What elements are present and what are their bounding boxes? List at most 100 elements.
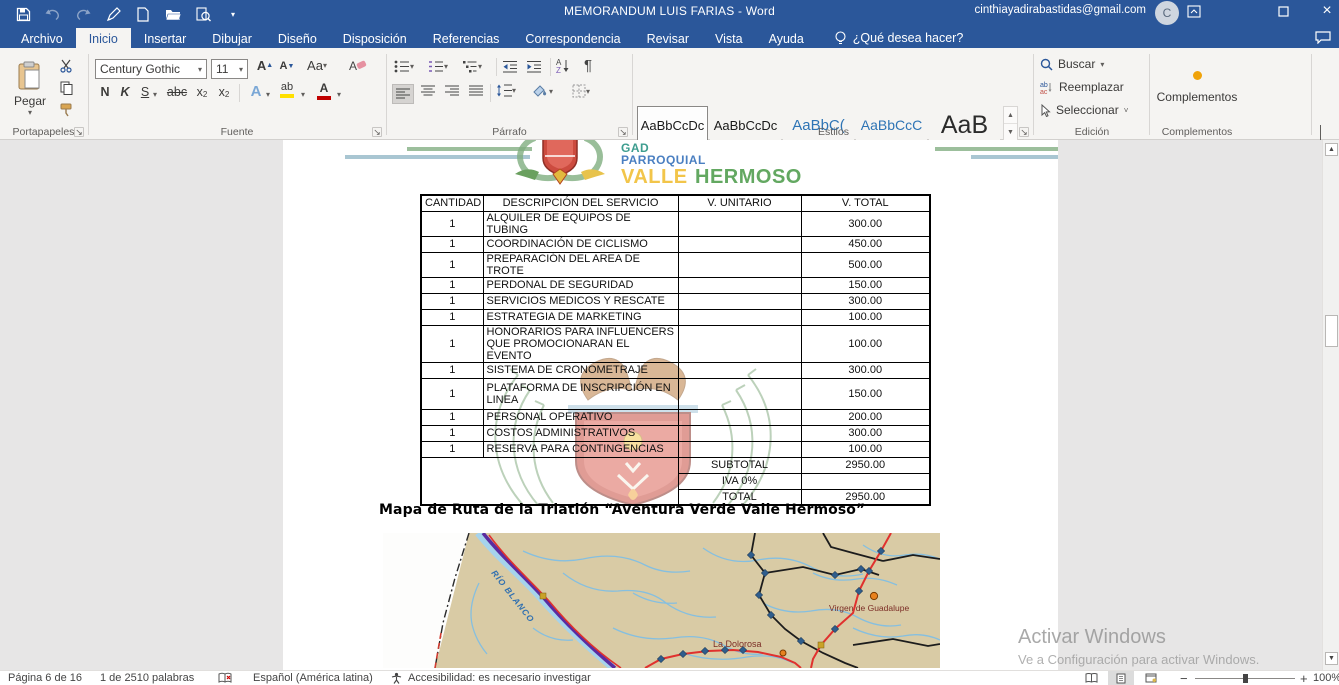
multilevel-list-icon[interactable]: ▾ [462, 60, 482, 73]
font-name-combobox[interactable]: Century Gothic▾ [95, 59, 207, 79]
line-spacing-icon[interactable]: ▾ [496, 84, 516, 97]
copy-icon[interactable] [56, 80, 76, 96]
text-effects-dropdown-arrow[interactable]: ▾ [266, 90, 270, 99]
tab-archivo[interactable]: Archivo [8, 28, 76, 48]
page-indicator[interactable]: Página 6 de 16 [8, 672, 82, 684]
strikethrough-icon[interactable]: abc [165, 85, 189, 99]
bold-icon[interactable]: N [97, 85, 113, 99]
clear-formatting-icon[interactable]: A [347, 58, 369, 73]
document-workspace[interactable]: GAD PARROQUIAL VALLE HERMOSO [0, 140, 1322, 670]
comments-icon[interactable] [1315, 31, 1331, 49]
lightbulb-icon [835, 31, 846, 46]
highlight-color-icon[interactable]: ab [280, 81, 294, 98]
ribbon: Pegar ▾ Portapapeles ↘ Century Gothic▾ 1… [0, 48, 1339, 140]
zoom-out-button[interactable]: − [1180, 671, 1188, 685]
header-line-left-blue [345, 155, 530, 159]
language-indicator[interactable]: Español (América latina) [253, 672, 373, 684]
paragraph-dialog-launcher-icon[interactable]: ↘ [618, 127, 628, 137]
document-page[interactable]: GAD PARROQUIAL VALLE HERMOSO [283, 140, 1058, 670]
read-mode-button[interactable] [1078, 671, 1104, 685]
highlight-dropdown-arrow[interactable]: ▾ [301, 90, 305, 99]
align-center-icon[interactable] [418, 85, 438, 97]
table-cell-total: 100.00 [801, 309, 930, 325]
proofing-status-icon[interactable] [218, 672, 232, 685]
shrink-font-icon[interactable]: A▼ [278, 60, 296, 72]
numbering-icon[interactable]: ▾ [428, 60, 448, 73]
styles-dialog-launcher-icon[interactable]: ↘ [1019, 127, 1029, 137]
format-painter-icon[interactable] [56, 102, 76, 118]
replace-button[interactable]: abac Reemplazar [1040, 80, 1124, 94]
tab-correspondencia[interactable]: Correspondencia [512, 28, 633, 48]
vertical-scrollbar[interactable]: ▲ ▼ [1322, 140, 1339, 670]
align-right-icon[interactable] [442, 85, 462, 97]
grow-font-icon[interactable]: A▲ [255, 58, 275, 73]
align-left-icon[interactable] [392, 84, 414, 104]
paste-dropdown-arrow: ▾ [28, 108, 32, 117]
select-button[interactable]: Seleccionar˅ [1040, 103, 1128, 117]
underline-icon[interactable]: S [137, 85, 153, 99]
text-effects-icon[interactable]: A [247, 83, 265, 100]
ribbon-tab-row: ArchivoInicioInsertarDibujarDiseñoDispos… [0, 28, 1339, 48]
accessibility-icon[interactable] [390, 672, 403, 685]
addins-button[interactable]: Complementos [1151, 56, 1243, 118]
superscript-icon[interactable]: x2 [215, 85, 233, 99]
maximize-icon[interactable] [1273, 2, 1293, 20]
styles-group: AaBbCcDc¶ NormalAaBbCcDcNormal Sa...AaBb… [635, 48, 1032, 140]
font-color-dropdown-arrow[interactable]: ▾ [337, 90, 341, 99]
status-bar: Página 6 de 16 1 de 2510 palabras Españo… [0, 670, 1339, 685]
table-row: 1ALQUILER DE EQUIPOS DE TUBING300.00 [421, 211, 930, 236]
borders-icon[interactable]: ▾ [572, 84, 590, 98]
tab-revisar[interactable]: Revisar [634, 28, 702, 48]
svg-text:ac: ac [1040, 89, 1048, 94]
font-size-combobox[interactable]: 11▾ [211, 59, 248, 79]
change-case-icon[interactable]: Aa▾ [303, 58, 331, 73]
tab-referencias[interactable]: Referencias [420, 28, 513, 48]
tab-disposicion[interactable]: Disposición [330, 28, 420, 48]
tab-ayuda[interactable]: Ayuda [756, 28, 817, 48]
tab-diseno[interactable]: Diseño [265, 28, 330, 48]
account-email[interactable]: cinthiayadirabastidas@gmail.com [975, 0, 1146, 28]
word-count[interactable]: 1 de 2510 palabras [100, 672, 194, 684]
ribbon-display-options-icon[interactable] [1184, 2, 1204, 20]
paste-icon [17, 61, 43, 91]
justify-icon[interactable] [466, 85, 486, 97]
tab-vista[interactable]: Vista [702, 28, 756, 48]
show-paragraph-marks-icon[interactable]: ¶ [584, 57, 592, 74]
collapse-ribbon-icon[interactable] [1320, 126, 1332, 138]
clipboard-dialog-launcher-icon[interactable]: ↘ [74, 127, 84, 137]
accessibility-status[interactable]: Accesibilidad: es necesario investigar [408, 672, 591, 684]
close-icon[interactable]: × [1317, 2, 1337, 20]
scroll-down-icon[interactable]: ▼ [1325, 652, 1338, 665]
web-layout-button[interactable] [1138, 671, 1164, 685]
zoom-slider-thumb[interactable] [1243, 674, 1248, 683]
font-dialog-launcher-icon[interactable]: ↘ [372, 127, 382, 137]
styles-scroll-up-icon[interactable]: ▲ [1004, 107, 1017, 124]
zoom-level[interactable]: 100% [1313, 672, 1339, 684]
shading-icon[interactable]: ▾ [532, 84, 553, 98]
scroll-up-icon[interactable]: ▲ [1325, 143, 1338, 156]
tab-insertar[interactable]: Insertar [131, 28, 199, 48]
zoom-in-button[interactable]: + [1300, 671, 1308, 685]
decrease-indent-icon[interactable] [502, 60, 518, 73]
table-cell-unit [678, 293, 801, 309]
map-label-virgen: Virgen de Guadalupe [829, 603, 909, 613]
increase-indent-icon[interactable] [526, 60, 542, 73]
print-layout-button[interactable] [1108, 671, 1134, 685]
paste-button[interactable]: Pegar ▾ [8, 56, 52, 122]
avatar[interactable]: C [1155, 1, 1179, 25]
bullets-icon[interactable]: ▾ [394, 60, 414, 73]
cut-icon[interactable] [56, 58, 76, 74]
tab-inicio[interactable]: Inicio [76, 28, 131, 48]
italic-icon[interactable]: K [117, 85, 133, 99]
scrollbar-thumb[interactable] [1325, 315, 1338, 347]
activation-watermark-subtitle: Ve a Configuración para activar Windows. [1018, 652, 1259, 667]
header-line-right-blue [971, 155, 1058, 159]
services-table[interactable]: CANTIDADDESCRIPCIÓN DEL SERVICIOV. UNITA… [420, 194, 931, 506]
subscript-icon[interactable]: x2 [193, 85, 211, 99]
font-color-icon[interactable]: A [317, 81, 331, 100]
find-button[interactable]: Buscar▾ [1040, 57, 1104, 71]
sort-icon[interactable]: AZ [556, 58, 571, 74]
tab-dibujar[interactable]: Dibujar [199, 28, 265, 48]
underline-dropdown-arrow[interactable]: ▾ [153, 90, 157, 99]
tell-me-box[interactable]: ¿Qué desea hacer? [835, 28, 964, 48]
